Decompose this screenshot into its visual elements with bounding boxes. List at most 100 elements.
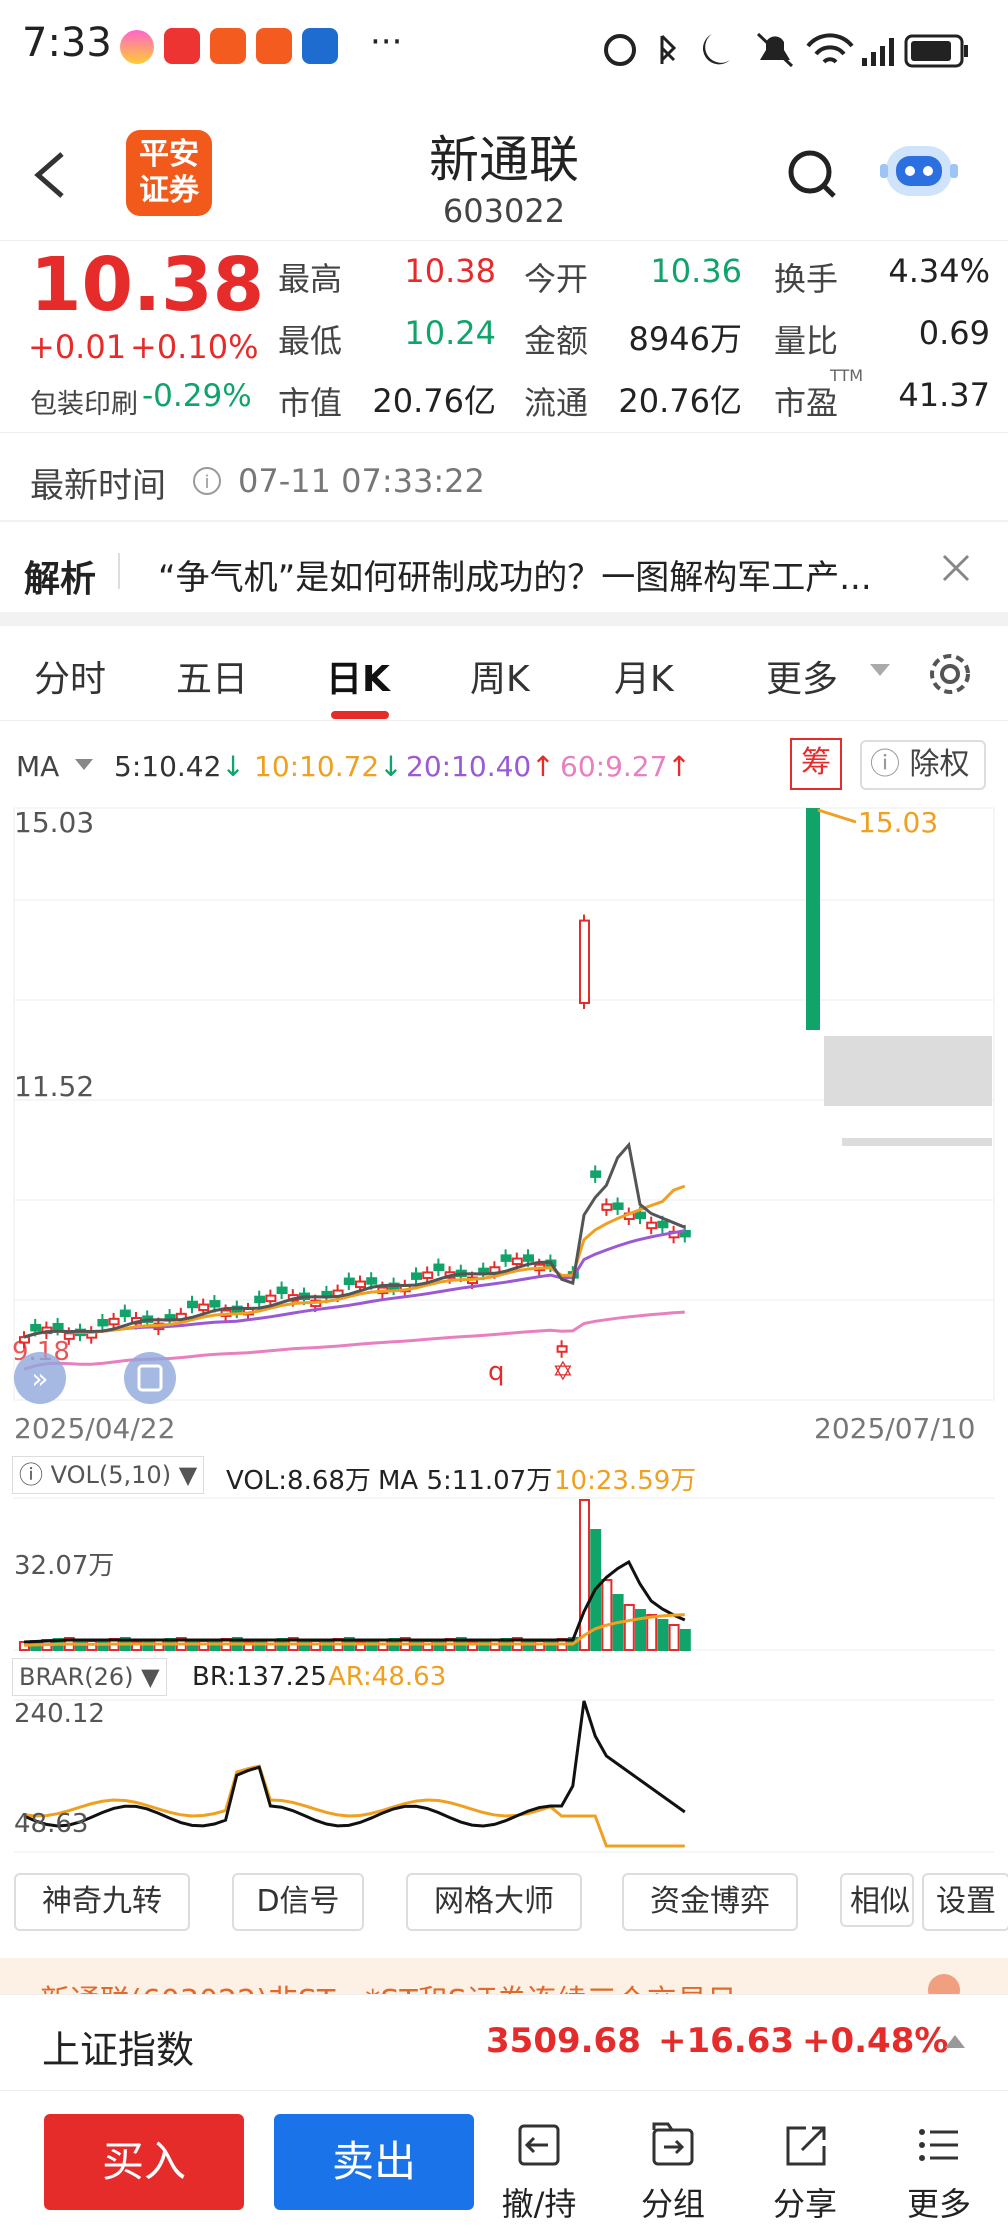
vol-indicator-label: VOL(5,10): [50, 1461, 172, 1489]
brar-chart[interactable]: 240.12 48.63: [0, 1696, 1008, 1856]
huawei-mall-icon: [164, 28, 200, 64]
candle: [366, 1277, 378, 1285]
tab-five-day[interactable]: 五日: [176, 650, 248, 702]
up-arrow-icon: ↑: [531, 750, 555, 783]
close-icon[interactable]: [940, 552, 972, 584]
candlestick-chart[interactable]: 15.03 15.03 11.52 9.18 q ✡ »: [0, 800, 1008, 1450]
tab-daily-k[interactable]: 日K: [326, 650, 390, 702]
candle: [511, 1257, 523, 1266]
group-button[interactable]: 分组: [628, 2120, 718, 2225]
stock-name: 新通联: [429, 131, 579, 189]
candle: [254, 1295, 266, 1304]
quote-value: 20.76亿: [372, 382, 496, 420]
quote-label: 市盈: [774, 384, 839, 422]
tool-capital-game[interactable]: 资金博弈: [622, 1873, 798, 1931]
ma20-text: 20:10.40: [406, 750, 532, 783]
cancel-hold-button[interactable]: 撤/持: [494, 2120, 584, 2225]
share-button[interactable]: 分享: [760, 2120, 850, 2225]
br-value: BR:137.25: [192, 1662, 327, 1692]
brar-indicator-label: BRAR(26): [19, 1663, 134, 1691]
event-marker-2: ✡: [552, 1357, 574, 1387]
notice-banner[interactable]: 新通联(603022)非ST、*ST和S证券连续三个交易日: [0, 1958, 1008, 1994]
tool-grid-master[interactable]: 网格大师: [406, 1873, 582, 1931]
divider: [0, 720, 1008, 721]
candle: [276, 1286, 288, 1295]
more-label: 更多: [906, 2185, 971, 2223]
ex-right-button[interactable]: ⓘ 除权: [860, 740, 986, 790]
menu-icon: [919, 2129, 958, 2161]
brar-indicator-selector[interactable]: BRAR(26) ▼: [12, 1658, 167, 1696]
index-name: 上证指数: [42, 2028, 195, 2072]
ai-assistant-icon[interactable]: [880, 138, 958, 204]
ma10-text: 10:10.72: [254, 750, 380, 783]
cancel-hold-label: 撤/持: [501, 2185, 577, 2223]
candle: [52, 1322, 64, 1331]
price-change: +0.01: [28, 328, 127, 366]
sell-button[interactable]: 卖出: [274, 2114, 474, 2210]
chip-distribution-button[interactable]: 筹: [790, 738, 842, 790]
tool-d-signal[interactable]: D信号: [232, 1873, 364, 1931]
divider: [0, 520, 1008, 522]
candle: [433, 1263, 445, 1272]
tab-intraday[interactable]: 分时: [34, 650, 106, 702]
vol-ma5: MA 5:11.07万: [378, 1466, 553, 1496]
gear-icon[interactable]: [926, 650, 974, 698]
share-label: 分享: [772, 2185, 837, 2223]
sector-label[interactable]: 包装印刷: [30, 382, 138, 421]
quote-value: 10.36: [650, 252, 742, 290]
tab-more[interactable]: 更多: [766, 650, 838, 702]
candle: [355, 1280, 366, 1289]
candle: [209, 1300, 221, 1308]
status-time: 7:33: [22, 20, 112, 66]
search-icon[interactable]: [786, 148, 838, 202]
quote-label: 最高: [278, 260, 343, 298]
news-divider: [118, 553, 120, 589]
ex-right-label: 除权: [909, 747, 970, 782]
candle: [97, 1318, 109, 1327]
candle: [198, 1303, 210, 1312]
dropdown-icon: ▼: [178, 1461, 198, 1489]
svg-text:i: i: [204, 472, 209, 493]
index-bar[interactable]: 上证指数 3509.68 +16.63 +0.48%: [0, 1994, 1008, 2091]
ttm-superscript: TTM: [830, 366, 864, 385]
quote-value: 4.34%: [888, 252, 990, 290]
overlay-box: [824, 1036, 992, 1106]
notice-close-icon[interactable]: [928, 1974, 960, 1994]
vol-indicator-selector[interactable]: ⓘ VOL(5,10) ▼: [12, 1456, 205, 1494]
quote-label: 市值: [278, 384, 343, 422]
group-icon: [652, 2122, 694, 2166]
candle: [556, 1345, 568, 1353]
more-button[interactable]: 更多: [894, 2120, 984, 2225]
buy-button[interactable]: 买入: [44, 2114, 244, 2210]
news-headline[interactable]: “争气机”是如何研制成功的？一图解构军工产...: [158, 550, 928, 599]
app-icon-1: [120, 30, 154, 64]
cancel-order-icon: [518, 2124, 560, 2166]
share-icon: [786, 2126, 826, 2166]
vol-value: VOL:8.68万: [226, 1466, 371, 1496]
vol-y-label: 32.07万: [14, 1551, 114, 1581]
ma-label[interactable]: MA: [16, 750, 59, 783]
divider: [0, 432, 1008, 433]
ma-dropdown-icon[interactable]: [74, 758, 94, 772]
drawing-tool-button[interactable]: [124, 1352, 176, 1404]
ma60-text: 60:9.27: [560, 750, 668, 783]
expand-button[interactable]: »: [14, 1352, 66, 1404]
quote-value: 0.69: [918, 314, 990, 352]
chevron-down-icon[interactable]: [868, 662, 892, 678]
down-arrow-icon: ↓: [221, 750, 245, 783]
tab-weekly-k[interactable]: 周K: [470, 650, 530, 702]
index-change: +16.63: [658, 2021, 795, 2061]
quote-value: 10.24: [404, 314, 496, 352]
tool-magic-nine[interactable]: 神奇九转: [14, 1873, 190, 1931]
volume-chart[interactable]: 32.07万: [0, 1496, 1008, 1656]
tool-settings[interactable]: 设置: [922, 1873, 1008, 1931]
info-icon[interactable]: i: [192, 466, 222, 496]
quote-label: 流通: [524, 384, 589, 422]
quote-value: 20.76亿: [618, 382, 742, 420]
volume-bar: [601, 1579, 613, 1651]
candle: [579, 919, 590, 1004]
tool-similar-k[interactable]: 相似K线: [840, 1873, 914, 1927]
volume-bar: [623, 1604, 635, 1651]
tab-monthly-k[interactable]: 月K: [614, 650, 674, 702]
candle: [30, 1323, 42, 1332]
